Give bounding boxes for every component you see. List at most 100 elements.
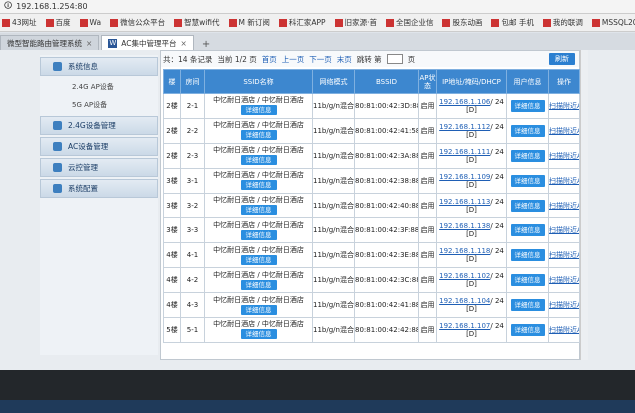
scan-ap-link[interactable]: 扫描附近AP [550, 226, 579, 234]
bookmark-icon [491, 18, 500, 27]
url-text[interactable]: 192.168.1.254:80 [16, 2, 87, 11]
scan-ap-link[interactable]: 扫描附近AP [550, 152, 579, 160]
next-page-link[interactable]: 下一页 [309, 54, 332, 65]
bookmark-item[interactable]: 百度 [45, 17, 71, 28]
detail-button[interactable]: 详细信息 [240, 205, 277, 215]
bookmark-item[interactable]: 微信公众平台 [110, 17, 165, 28]
sidebar-item[interactable]: 2.4G设备管理 [40, 116, 158, 135]
ip-link[interactable]: 192.168.1.107 [439, 322, 490, 330]
bookmark-item[interactable]: 股东动画 [442, 17, 482, 28]
scan-ap-link[interactable]: 扫描附近AP [550, 102, 579, 110]
bookmark-item[interactable]: 旧家源·首 [334, 17, 377, 28]
bssid-cell: 80:81:00:42:3F:88 [354, 217, 419, 244]
ip-link[interactable]: 192.168.1.102 [439, 272, 490, 280]
bookmark-item[interactable]: 智慧wifi代 [174, 17, 220, 28]
user-info-button[interactable]: 详细信息 [510, 274, 545, 287]
bookmark-item[interactable]: 科汇家APP [278, 17, 326, 28]
table-row: 5楼 5-1 中忆耐日酒店 / 中忆耐日酒店 详细信息 11b/g/n混合 80:81:0… [163, 317, 580, 343]
ip-link[interactable]: 192.168.1.109 [439, 173, 490, 181]
scan-ap-link[interactable]: 扫描附近AP [550, 251, 579, 259]
ip-link[interactable]: 192.168.1.104 [439, 297, 490, 305]
detail-button[interactable]: 详细信息 [240, 304, 277, 315]
ip-link[interactable]: 192.168.1.138 [439, 222, 490, 230]
ip-link[interactable]: 192.168.1.106 [439, 98, 490, 106]
detail-button[interactable]: 详细信息 [240, 155, 277, 166]
table-row: 3楼 3-1 中忆耐日酒店 / 中忆耐日酒店 详细信息 11b/g/n混合 80:81:0… [163, 167, 580, 194]
sidebar-subitem[interactable]: 2.4G AP设备 [40, 78, 158, 96]
user-info-button[interactable]: 详细信息 [510, 174, 545, 187]
scan-ap-link[interactable]: 扫描附近AP [550, 276, 579, 284]
bookmark-label: 我的联调 [552, 18, 583, 27]
user-cell: 详细信息 [506, 192, 549, 219]
scan-ap-link[interactable]: 扫描附近AP [550, 326, 579, 334]
ip-link[interactable]: 192.168.1.113 [439, 198, 490, 206]
user-info-button[interactable]: 详细信息 [510, 149, 545, 162]
ip-link[interactable]: 192.168.1.118 [439, 247, 490, 255]
new-tab-button[interactable]: + [196, 39, 216, 50]
address-bar[interactable]: 🛈 192.168.1.254:80 [0, 0, 635, 14]
bookmark-item[interactable]: Wa [79, 18, 101, 27]
bookmark-item[interactable]: MSSQL20 [591, 18, 635, 27]
status-cell: 启用 [418, 142, 437, 169]
ip-line: 192.168.1.102/ 24 [438, 272, 506, 280]
dhcp-text: [D] [466, 180, 477, 189]
bookmark-item[interactable]: 43网址 [2, 17, 37, 28]
table-row: 2楼 2-2 中忆耐日酒店 / 中忆耐日酒店 详细信息 11b/g/n混合 80:81:0… [163, 117, 580, 144]
detail-button[interactable]: 详细信息 [240, 329, 277, 340]
tab-router[interactable]: 微型智能路由管理系统 × [0, 35, 100, 50]
mode-cell: 11b/g/n混合 [312, 167, 355, 194]
user-info-button[interactable]: 详细信息 [510, 224, 545, 237]
scan-ap-link[interactable]: 扫描附近AP [550, 177, 579, 185]
tab-ac[interactable]: W AC集中管理平台 × [101, 35, 194, 50]
detail-button[interactable]: 详细信息 [240, 105, 277, 116]
scan-ap-link[interactable]: 扫描附近AP [550, 202, 579, 210]
detail-button[interactable]: 详细信息 [240, 180, 277, 191]
sidebar-item[interactable]: 云控管理 [40, 158, 158, 177]
mask-text: / 24 [490, 222, 504, 231]
sidebar-item[interactable]: 系统信息 [40, 57, 158, 76]
floor-cell: 2楼 [163, 117, 181, 144]
page-input[interactable] [386, 54, 403, 64]
bookmark-item[interactable]: 包邮 手机 [491, 17, 534, 28]
detail-button[interactable]: 详细信息 [240, 254, 277, 265]
bookmark-label: M 新订阅 [238, 18, 270, 27]
status-cell: 启用 [418, 93, 437, 119]
first-page-link[interactable]: 首页 [262, 54, 277, 65]
sidebar-item[interactable]: AC设备管理 [40, 137, 158, 156]
ssid-text: 中忆耐日酒店 / 中忆耐日酒店 [213, 146, 304, 155]
user-info-button[interactable]: 详细信息 [510, 124, 545, 137]
bssid-cell: 80:81:00:42:42:88 [354, 317, 419, 343]
bookmark-item[interactable]: M 新订阅 [228, 17, 270, 28]
scan-ap-link[interactable]: 扫描附近AP [550, 301, 579, 309]
scrollbar[interactable] [580, 50, 588, 360]
sidebar-subitem[interactable]: 5G AP设备 [40, 96, 158, 114]
mask-text: / 24 [490, 247, 504, 256]
word-icon: W [108, 38, 118, 48]
menu-icon [53, 142, 62, 151]
last-page-link[interactable]: 末页 [337, 54, 352, 65]
scan-ap-link[interactable]: 扫描附近AP [550, 127, 579, 135]
user-info-button[interactable]: 详细信息 [510, 199, 545, 212]
close-icon[interactable]: × [86, 39, 92, 48]
mask-text: / 24 [490, 97, 504, 106]
detail-button[interactable]: 详细信息 [240, 130, 277, 141]
user-info-button[interactable]: 详细信息 [510, 299, 545, 312]
bookmark-item[interactable]: 我的联调 [542, 17, 583, 28]
detail-button[interactable]: 详细信息 [240, 279, 277, 290]
floor-cell: 4楼 [163, 292, 181, 319]
user-info-button[interactable]: 详细信息 [510, 99, 545, 112]
ip-link[interactable]: 192.168.1.111 [439, 148, 490, 156]
user-info-button[interactable]: 详细信息 [510, 323, 545, 336]
user-info-button[interactable]: 详细信息 [510, 249, 545, 262]
detail-button[interactable]: 详细信息 [240, 229, 277, 240]
sidebar-item[interactable]: 系统配置 [40, 179, 158, 198]
ip-link[interactable]: 192.168.1.112 [439, 123, 490, 131]
sidebar-item-label: 2.4G设备管理 [68, 121, 116, 130]
close-icon[interactable]: × [181, 39, 187, 48]
bookmark-item[interactable]: 全国企业信 [385, 17, 433, 28]
bookmark-label: 智慧wifi代 [184, 18, 220, 27]
prev-page-link[interactable]: 上一页 [282, 54, 305, 65]
refresh-button[interactable]: 刷新 [549, 53, 575, 65]
status-cell: 启用 [418, 167, 437, 194]
ip-line: 192.168.1.118/ 24 [438, 247, 506, 256]
